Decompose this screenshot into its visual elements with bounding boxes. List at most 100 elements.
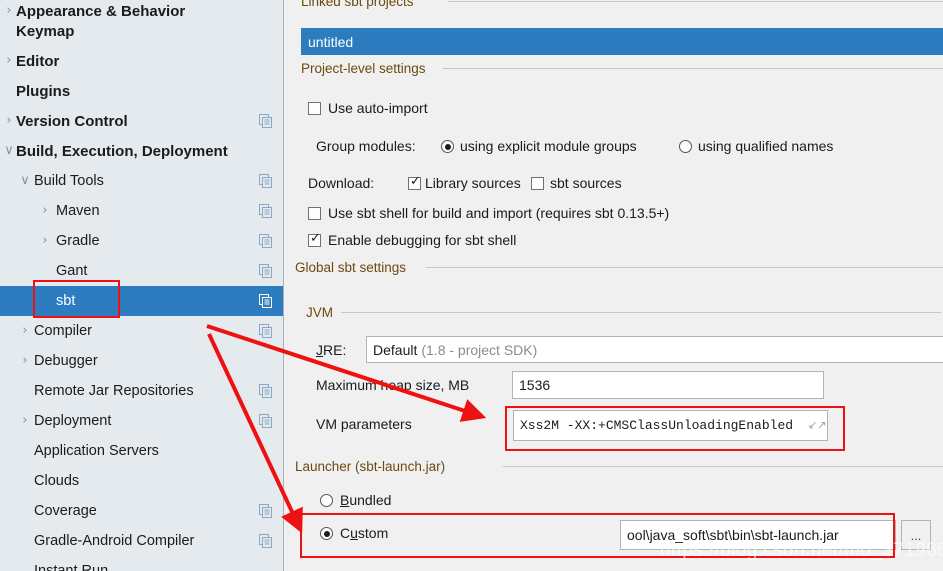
- sidebar-item-label: sbt: [56, 293, 76, 309]
- linked-projects-group-title: Linked sbt projects: [301, 0, 420, 9]
- sidebar-item-gant[interactable]: Gant: [0, 256, 283, 286]
- enable-debugging-label: Enable debugging for sbt shell: [328, 232, 517, 248]
- linked-projects-group-line: [448, 1, 943, 2]
- max-heap-value: 1536: [519, 377, 551, 393]
- sidebar-item-build-tools[interactable]: ∨ Build Tools: [0, 166, 283, 196]
- launcher-custom-radio-dot: [323, 530, 330, 537]
- sidebar-item-label: Compiler: [34, 323, 93, 339]
- sidebar-item-maven[interactable]: › Maven: [0, 196, 283, 226]
- chevron-right-icon[interactable]: ›: [18, 324, 32, 338]
- chevron-right-icon[interactable]: ›: [2, 114, 16, 128]
- chevron-right-icon[interactable]: ›: [2, 54, 16, 68]
- use-sbt-shell-checkbox[interactable]: [308, 207, 321, 220]
- settings-dialog: › Appearance & Behavior Keymap › Editor Plugi…: [0, 0, 943, 571]
- sidebar-item-debugger[interactable]: › Debugger: [0, 346, 283, 376]
- use-auto-import-checkbox[interactable]: [308, 102, 321, 115]
- expand-icon[interactable]: ↙↗: [808, 419, 826, 432]
- vm-parameters-input[interactable]: Xss2M -XX:+CMSClassUnloadingEnabled ↙↗: [513, 410, 828, 441]
- chevron-right-icon[interactable]: ›: [38, 234, 52, 248]
- sidebar-item-compiler[interactable]: › Compiler: [0, 316, 283, 346]
- sidebar-item-label: Keymap: [16, 22, 75, 40]
- sidebar-item-keymap[interactable]: Keymap: [0, 16, 283, 46]
- copy-icon[interactable]: [259, 384, 273, 398]
- sbt-settings-panel: Linked sbt projects untitled Project-lev…: [288, 0, 943, 571]
- copy-icon[interactable]: [259, 414, 273, 428]
- sidebar-item-version-control[interactable]: › Version Control: [0, 106, 283, 136]
- download-label: Download:: [308, 175, 375, 191]
- vm-parameters-value: Xss2M -XX:+CMSClassUnloadingEnabled: [520, 418, 794, 433]
- sidebar-item-label: Build Tools: [34, 173, 104, 189]
- chevron-right-icon[interactable]: ›: [18, 414, 32, 428]
- group-modules-qualified-radio[interactable]: [679, 140, 692, 153]
- sidebar-item-remote-jar-repositories[interactable]: Remote Jar Repositories: [0, 376, 283, 406]
- copy-icon[interactable]: [259, 114, 273, 128]
- launcher-custom-path-input[interactable]: ool\java_soft\sbt\bin\sbt-launch.jar: [620, 520, 896, 550]
- sidebar-item-instant-run[interactable]: Instant Run: [0, 556, 283, 571]
- copy-icon[interactable]: [259, 234, 273, 248]
- launcher-bundled-radio[interactable]: [320, 494, 333, 507]
- global-sbt-settings-group-line: [426, 267, 943, 268]
- group-modules-label: Group modules:: [316, 138, 416, 154]
- launcher-custom-radio[interactable]: [320, 527, 333, 540]
- sidebar-item-label: Deployment: [34, 413, 112, 429]
- group-modules-qualified-label: using qualified names: [698, 138, 834, 154]
- jvm-group-title: JVM: [306, 305, 339, 320]
- launcher-bundled-label: Bundled: [340, 492, 392, 508]
- sidebar-item-clouds[interactable]: Clouds: [0, 466, 283, 496]
- sidebar-item-label: Clouds: [34, 473, 80, 489]
- launcher-custom-label: Custom: [340, 525, 389, 541]
- sidebar-item-gradle[interactable]: › Gradle: [0, 226, 283, 256]
- copy-icon[interactable]: [259, 264, 273, 278]
- jre-value: Default: [373, 341, 418, 358]
- sidebar-item-label: Gradle-Android Compiler: [34, 533, 195, 549]
- chevron-right-icon[interactable]: ›: [18, 354, 32, 368]
- project-level-settings-group-line: [443, 68, 943, 69]
- global-sbt-settings-group-title: Global sbt settings: [295, 260, 413, 275]
- group-modules-explicit-radio-dot: [444, 143, 451, 150]
- sidebar-item-gradle-android-compiler[interactable]: Gradle-Android Compiler: [0, 526, 283, 556]
- download-library-sources-checkbox[interactable]: ✓: [408, 174, 421, 190]
- settings-sidebar[interactable]: › Appearance & Behavior Keymap › Editor Plugi…: [0, 0, 283, 571]
- download-library-sources-label: Library sources: [425, 175, 521, 191]
- chevron-right-icon[interactable]: ›: [38, 204, 52, 218]
- sidebar-item-label: Version Control: [16, 112, 128, 130]
- check-icon: ✓: [410, 174, 421, 189]
- sidebar-item-label: Coverage: [34, 503, 97, 519]
- sidebar-item-label: Gradle: [56, 233, 100, 249]
- use-sbt-shell-label: Use sbt shell for build and import (requ…: [328, 205, 670, 221]
- max-heap-label: Maximum heap size, MB: [316, 377, 470, 393]
- sidebar-item-sbt[interactable]: sbt: [0, 286, 283, 316]
- sidebar-item-build-execution-deployment[interactable]: ∨ Build, Execution, Deployment: [0, 136, 283, 166]
- download-sbt-sources-checkbox[interactable]: [531, 177, 544, 190]
- sidebar-item-label: Remote Jar Repositories: [34, 383, 194, 399]
- sidebar-item-label: Instant Run: [34, 563, 109, 571]
- copy-icon[interactable]: [259, 534, 273, 548]
- sidebar-item-label: Gant: [56, 263, 88, 279]
- sidebar-item-application-servers[interactable]: Application Servers: [0, 436, 283, 466]
- group-modules-explicit-radio[interactable]: [441, 140, 454, 153]
- sidebar-item-editor[interactable]: › Editor: [0, 46, 283, 76]
- jre-combobox[interactable]: Default (1.8 - project SDK): [366, 336, 943, 363]
- copy-icon[interactable]: [259, 504, 273, 518]
- jvm-group-line: [341, 312, 941, 313]
- sidebar-item-deployment[interactable]: › Deployment: [0, 406, 283, 436]
- sidebar-item-label: Maven: [56, 203, 100, 219]
- sidebar-item-coverage[interactable]: Coverage: [0, 496, 283, 526]
- sidebar-item-label: Debugger: [34, 353, 98, 369]
- copy-icon[interactable]: [259, 324, 273, 338]
- browse-launcher-button[interactable]: ...: [901, 520, 931, 550]
- group-modules-explicit-label: using explicit module groups: [460, 138, 637, 154]
- copy-icon[interactable]: [259, 294, 273, 308]
- sidebar-item-label: Build, Execution, Deployment: [16, 142, 228, 160]
- sidebar-item-label: Editor: [16, 52, 60, 70]
- sidebar-item-label: Plugins: [16, 82, 71, 100]
- copy-icon[interactable]: [259, 204, 273, 218]
- sidebar-item-plugins[interactable]: Plugins: [0, 76, 283, 106]
- chevron-down-icon[interactable]: ∨: [2, 144, 16, 158]
- enable-debugging-checkbox[interactable]: ✓: [308, 232, 321, 247]
- launcher-group-line: [503, 466, 943, 467]
- copy-icon[interactable]: [259, 174, 273, 188]
- max-heap-input[interactable]: 1536: [512, 371, 824, 399]
- chevron-down-icon[interactable]: ∨: [18, 174, 32, 188]
- linked-project-item-untitled[interactable]: untitled: [301, 28, 943, 55]
